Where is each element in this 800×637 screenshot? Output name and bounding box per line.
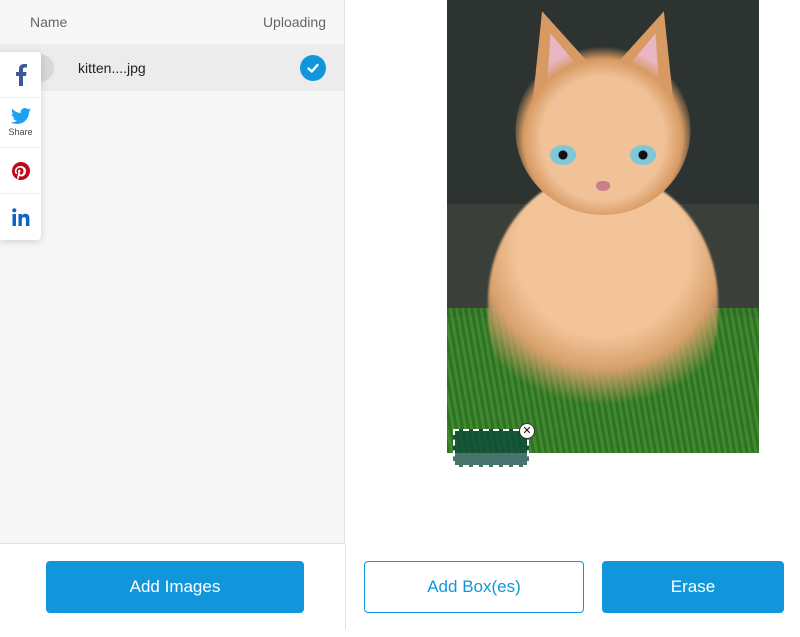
selection-box[interactable]: ✕ (453, 429, 529, 467)
file-list-panel: Name Uploading kitten....jpg (0, 0, 345, 544)
share-facebook-button[interactable] (0, 52, 41, 98)
close-icon: ✕ (522, 426, 531, 437)
add-boxes-button[interactable]: Add Box(es) (364, 561, 584, 613)
column-header-name: Name (30, 14, 67, 30)
image-eye (550, 145, 576, 165)
share-strip: Share (0, 52, 41, 240)
selection-close-button[interactable]: ✕ (519, 423, 535, 439)
image-eye (630, 145, 656, 165)
toolbar: Add Images Add Box(es) Erase (0, 544, 800, 637)
file-row-left: kitten....jpg (26, 54, 146, 82)
facebook-icon (15, 64, 27, 86)
share-twitter-label: Share (8, 127, 32, 137)
erase-label: Erase (671, 577, 715, 597)
upload-complete-icon (300, 55, 326, 81)
twitter-icon (11, 108, 31, 124)
add-boxes-label: Add Box(es) (427, 577, 521, 597)
share-pinterest-button[interactable] (0, 148, 41, 194)
toolbar-divider (345, 544, 346, 629)
preview-image[interactable]: ✕ (447, 0, 759, 453)
add-images-button[interactable]: Add Images (46, 561, 304, 613)
column-header-status: Uploading (263, 14, 326, 30)
add-images-label: Add Images (130, 577, 221, 597)
file-name: kitten....jpg (78, 60, 146, 76)
file-row[interactable]: kitten....jpg (0, 44, 344, 91)
share-linkedin-button[interactable] (0, 194, 41, 240)
image-panel: ✕ (346, 0, 800, 544)
erase-button[interactable]: Erase (602, 561, 784, 613)
file-list-header: Name Uploading (0, 0, 344, 44)
pinterest-icon (12, 162, 30, 180)
share-twitter-button[interactable]: Share (0, 98, 41, 148)
linkedin-icon (12, 208, 30, 226)
image-nose (596, 181, 610, 191)
